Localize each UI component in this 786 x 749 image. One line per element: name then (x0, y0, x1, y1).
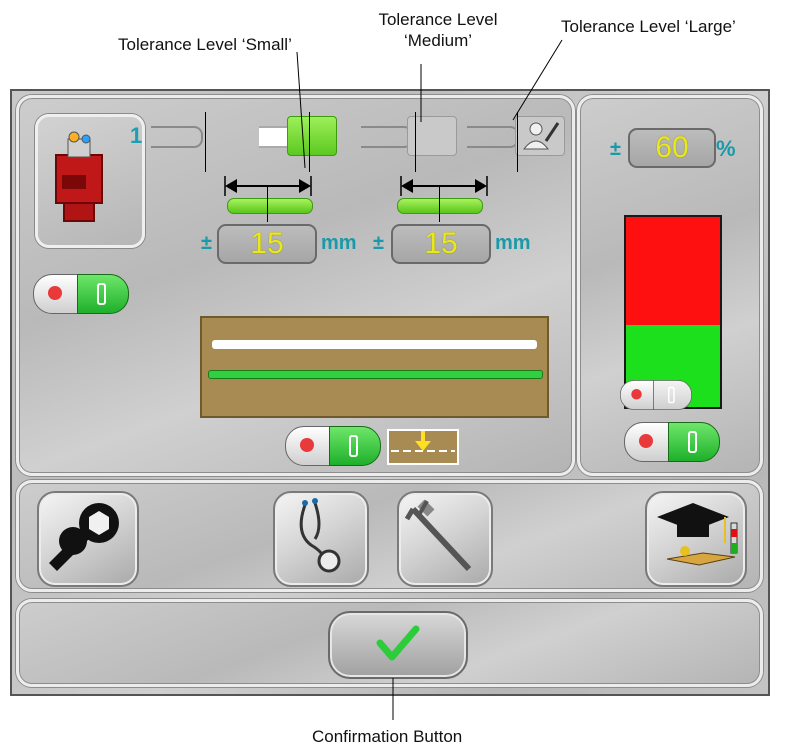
control-screen: 1 ± 15 mm ± 15 mm ± 60 % (10, 89, 770, 696)
percent-unit: % (716, 136, 736, 161)
level-meter-red (626, 217, 720, 326)
toggle-off-icon (624, 422, 670, 462)
dimension-arrow-left (224, 176, 312, 196)
probe-large (467, 126, 519, 148)
wrench-icon (49, 503, 119, 571)
tools-panel (16, 480, 763, 592)
toggle-on-icon (329, 426, 381, 466)
toggle-on-icon (668, 422, 720, 462)
probe-marker (205, 112, 206, 172)
tolerance-panel: 1 ± 15 mm ± 15 mm (16, 95, 575, 476)
probe-medium (361, 126, 413, 148)
plus-minus-right: ± (373, 232, 384, 254)
sensor-toggle[interactable] (33, 274, 129, 314)
callout-medium-line2: ‘Medium’ (403, 31, 473, 50)
scan-display (200, 316, 549, 418)
confirmation-button[interactable] (328, 611, 468, 679)
tolerance-center-marker (267, 186, 268, 222)
percent-plus-minus: ± (610, 138, 621, 160)
tolerance-left-value[interactable]: 15 (217, 224, 317, 264)
tolerance-level-large-button[interactable] (515, 116, 565, 156)
scan-toggle[interactable] (285, 426, 381, 466)
probe-marker (517, 112, 518, 172)
callout-tolerance-medium: Tolerance Level ‘Medium’ (368, 9, 508, 51)
tolerance-bar-left (227, 198, 313, 214)
callout-tolerance-small: Tolerance Level ‘Small’ (118, 35, 292, 54)
reference-line (212, 340, 537, 349)
graduation-cap-icon (657, 503, 738, 566)
toggle-on-icon (77, 274, 129, 314)
tolerance-center-marker (439, 186, 440, 222)
tolerance-right-value[interactable]: 15 (391, 224, 491, 264)
tolerance-bar-right (397, 198, 483, 214)
checkmark-icon (376, 625, 420, 661)
teach-button[interactable] (645, 491, 747, 587)
callout-tolerance-large: Tolerance Level ‘Large’ (561, 17, 736, 36)
callout-confirmation-button: Confirmation Button (312, 727, 463, 746)
unit-left: mm (321, 232, 357, 254)
sensor-device-icon (55, 131, 103, 222)
probe-small (151, 126, 203, 148)
toggle-off-icon (620, 380, 655, 410)
toggle-on-icon (653, 380, 692, 410)
wrench-button[interactable] (37, 491, 139, 587)
reference-set-icon[interactable] (387, 429, 459, 465)
calibration-button[interactable] (397, 491, 493, 587)
callout-medium-line1: Tolerance Level (378, 10, 498, 29)
plus-minus-left: ± (201, 232, 212, 254)
measured-line (208, 370, 543, 379)
sensor-tile[interactable]: 1 (35, 114, 145, 248)
caliper-icon (404, 499, 472, 572)
unit-right: mm (495, 232, 531, 254)
probe-marker (309, 112, 310, 172)
meter-mini-toggle[interactable] (620, 380, 692, 410)
level-panel: ± 60 % (577, 95, 763, 476)
tolerance-level-small-button[interactable] (287, 116, 337, 156)
level-toggle[interactable] (624, 422, 720, 462)
sensor-channel-number: 1 (130, 123, 143, 148)
percent-value[interactable]: 60 (628, 128, 716, 168)
dimension-arrow-right (400, 176, 488, 196)
stethoscope-icon (299, 498, 341, 573)
user-edit-icon (522, 122, 560, 150)
toggle-off-icon (33, 274, 79, 314)
diagnostics-button[interactable] (273, 491, 369, 587)
probe-marker (415, 112, 416, 172)
toggle-off-icon (285, 426, 331, 466)
